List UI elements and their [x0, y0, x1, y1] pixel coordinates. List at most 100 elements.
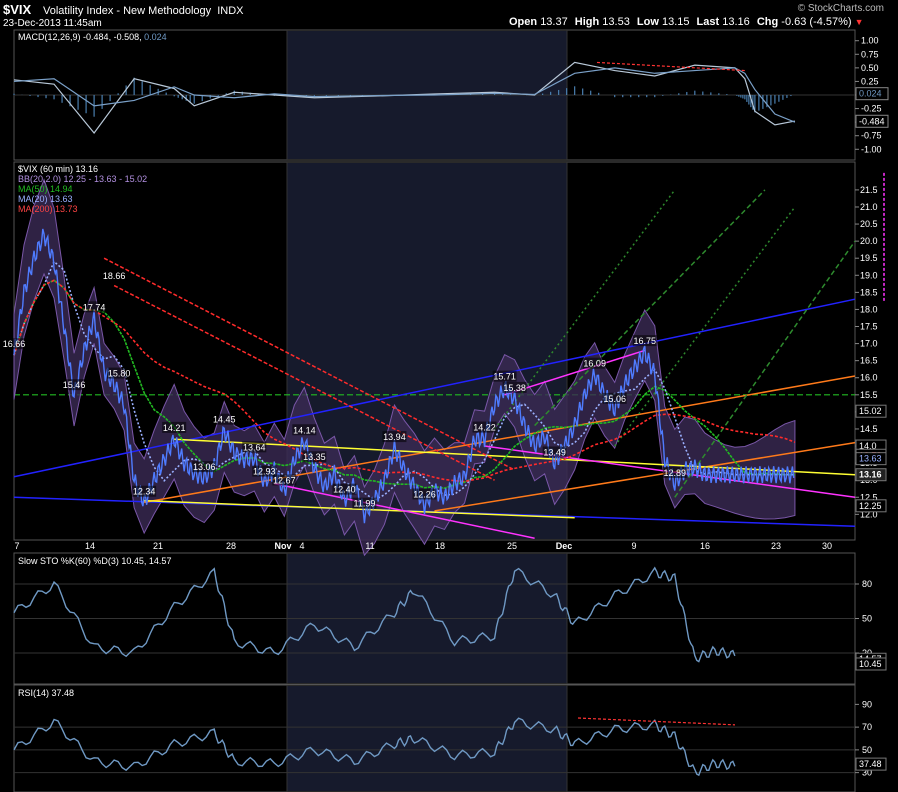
price-data-label: 15.06 — [603, 394, 626, 404]
rsi-ytick-label: 50 — [862, 745, 872, 755]
sto-value-tag-label: 10.45 — [859, 659, 882, 669]
macd-value-tag-label: 0.024 — [859, 89, 882, 99]
legend-ma50: MA(50) 14.94 — [18, 184, 73, 194]
macd-ytick-label: -1.00 — [861, 144, 882, 154]
chg-value: -0.63 (-4.57%) — [781, 16, 852, 28]
price-data-label: 16.66 — [3, 339, 26, 349]
header-datetime: 23-Dec-2013 11:45am — [3, 18, 102, 29]
low-value: 13.15 — [661, 16, 690, 28]
price-ytick-label: 16.0 — [860, 373, 878, 383]
sto-k-value: 10.45 — [121, 556, 144, 566]
rsi-value-tag-label: 37.48 — [859, 759, 882, 769]
price-xtick-label: 14 — [85, 541, 95, 551]
price-value-tag-label: 12.25 — [859, 501, 882, 511]
sto-ytick-label: 50 — [862, 614, 872, 624]
price-xtick-label: 28 — [226, 541, 236, 551]
price-ytick-label: 18.0 — [860, 304, 878, 314]
chg-down-arrow-icon: ▼ — [854, 17, 864, 27]
price-value-tag-label: 15.02 — [859, 406, 882, 416]
macd-ytick-label: 0.75 — [861, 49, 879, 59]
last-value: 13.16 — [722, 16, 750, 28]
price-data-label: 15.38 — [503, 383, 526, 393]
high-value: 13.53 — [602, 16, 630, 28]
macd-signal-value: -0.508 — [113, 32, 140, 42]
price-ytick-label: 18.5 — [860, 287, 878, 297]
price-ytick-label: 14.5 — [860, 424, 878, 434]
sto-title: Slow STO %K(60) %D(3) — [18, 556, 119, 566]
header-symbol: $VIX — [3, 2, 32, 17]
price-xtick-label: Nov — [274, 541, 291, 551]
price-ytick-label: 20.5 — [860, 219, 878, 229]
legend-ma20: MA(20) 13.63 — [18, 194, 73, 204]
macd-ytick-label: 0.50 — [861, 63, 879, 73]
sto-d-value: 14.57 — [148, 556, 172, 566]
chart-root: 1.000.750.500.250.00-0.25-0.50-0.75-1.00… — [0, 0, 898, 792]
price-ytick-label: 17.0 — [860, 339, 878, 349]
price-xtick-label: 9 — [631, 541, 636, 551]
price-value-tag-label: 13.63 — [859, 454, 882, 464]
price-data-label: 11.99 — [353, 499, 375, 509]
header-name-text: Volatility Index - New Methodology — [43, 5, 212, 17]
price-xtick-label: 7 — [14, 541, 19, 551]
price-ytick-label: 16.5 — [860, 356, 878, 366]
rsi-ytick-label: 90 — [862, 699, 872, 709]
price-ytick-label: 21.0 — [860, 202, 878, 212]
macd-value-tag-label: -0.484 — [859, 116, 885, 126]
price-xtick-label: 30 — [822, 541, 832, 551]
rsi-ytick-label: 70 — [862, 722, 872, 732]
macd-hist-value: 0.024 — [144, 32, 167, 42]
chg-label: Chg — [756, 16, 779, 28]
low-label: Low — [636, 16, 659, 28]
price-data-label: 16.09 — [583, 359, 606, 369]
sto-legend: Slow STO %K(60) %D(3) 10.45, 14.57 — [18, 556, 172, 566]
price-data-label: 15.46 — [63, 380, 86, 390]
macd-ytick-label: -0.25 — [861, 104, 882, 114]
macd-title: MACD(12,26,9) — [18, 32, 81, 42]
price-ytick-label: 19.5 — [860, 253, 878, 263]
watermark: © StockCharts.com — [797, 3, 884, 14]
legend-ma200: MA(200) 13.73 — [18, 204, 78, 214]
price-xtick-label: 16 — [700, 541, 710, 551]
price-data-label: 12.34 — [133, 487, 156, 497]
macd-legend: MACD(12,26,9) -0.484, -0.508, 0.024 — [18, 32, 167, 42]
price-ytick-label: 19.0 — [860, 270, 878, 280]
november-shade-rsi — [287, 686, 567, 791]
macd-value: -0.484 — [83, 32, 109, 42]
price-xtick-label: 4 — [299, 541, 304, 551]
price-xtick-label: 18 — [435, 541, 445, 551]
price-ytick-label: 17.5 — [860, 322, 878, 332]
price-xtick-label: 11 — [365, 541, 374, 551]
chart-canvas: 1.000.750.500.250.00-0.25-0.50-0.75-1.00… — [2, 29, 889, 792]
price-xtick-label: 25 — [507, 541, 517, 551]
price-data-label: 13.49 — [543, 447, 566, 457]
price-data-label: 14.45 — [213, 415, 236, 425]
price-legend-title: $VIX (60 min) 13.16 — [18, 164, 99, 174]
price-data-label: 12.26 — [413, 489, 436, 499]
price-data-label: 15.71 — [493, 372, 516, 382]
price-xtick-label: Dec — [556, 541, 573, 551]
price-data-label: 12.67 — [273, 475, 296, 485]
price-data-label: 13.64 — [243, 442, 266, 452]
price-ytick-label: 21.5 — [860, 185, 878, 195]
open-label: Open — [509, 16, 538, 28]
price-data-label: 18.66 — [103, 271, 126, 281]
price-data-label: 13.35 — [303, 452, 326, 462]
price-data-label: 16.75 — [633, 336, 656, 346]
legend-bb: BB(20,2.0) 12.25 - 13.63 - 15.02 — [18, 174, 148, 184]
price-data-label: 14.22 — [473, 423, 496, 433]
price-xtick-label: 23 — [771, 541, 781, 551]
header-symbol-row: $VIX — [3, 2, 31, 17]
last-label: Last — [696, 16, 720, 28]
macd-ytick-label: 1.00 — [861, 36, 879, 46]
macd-ytick-label: 0.25 — [861, 76, 879, 86]
price-ytick-label: 20.0 — [860, 236, 878, 246]
rsi-title: RSI(14) — [18, 688, 50, 698]
price-data-label: 14.21 — [163, 423, 186, 433]
price-xtick-label: 21 — [153, 541, 163, 551]
price-data-label: 15.80 — [108, 369, 131, 379]
price-data-label: 13.94 — [383, 432, 406, 442]
rsi-value: 37.48 — [51, 688, 75, 698]
price-data-label: 12.89 — [664, 468, 687, 478]
high-label: High — [574, 16, 600, 28]
header-exchange: INDX — [217, 5, 244, 17]
